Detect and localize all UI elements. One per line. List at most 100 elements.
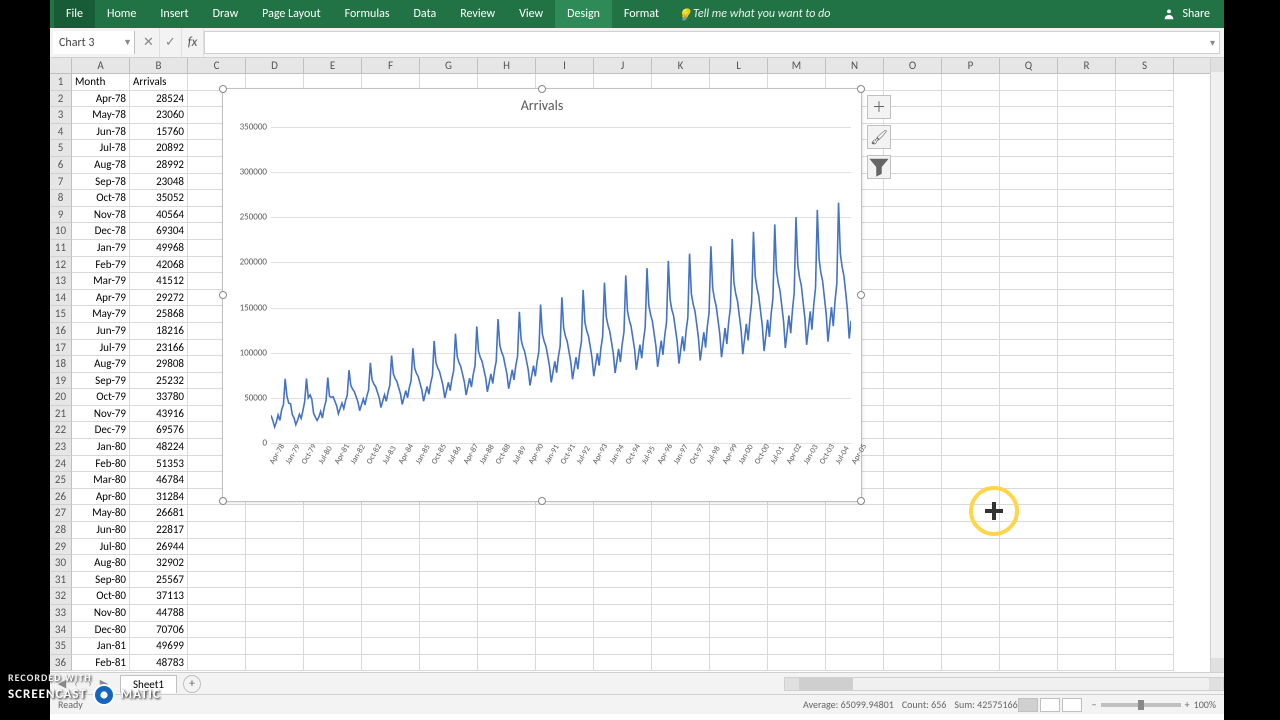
cell[interactable] [594,522,652,539]
cell[interactable] [942,190,1000,207]
column-header[interactable]: S [1116,58,1174,73]
cell[interactable] [536,539,594,556]
cell[interactable] [1058,638,1116,655]
cell[interactable] [594,605,652,622]
row-header[interactable]: 2 [50,91,72,108]
row-header[interactable]: 9 [50,207,72,224]
cell[interactable] [1000,356,1058,373]
cell[interactable] [420,539,478,556]
cell[interactable] [478,638,536,655]
cell[interactable] [652,655,710,672]
row-header[interactable]: 30 [50,555,72,572]
cell[interactable]: Feb-81 [72,655,130,672]
share-button[interactable]: Share [1152,7,1220,21]
cell[interactable] [826,522,884,539]
cell[interactable] [942,306,1000,323]
cell[interactable] [942,389,1000,406]
cell[interactable]: May-80 [72,505,130,522]
cell[interactable] [1116,622,1174,639]
cell[interactable]: Aug-79 [72,356,130,373]
cell[interactable] [1058,240,1116,257]
cell[interactable]: Jan-81 [72,638,130,655]
cell[interactable]: 15760 [130,124,188,141]
cell[interactable] [1058,406,1116,423]
cell[interactable] [1058,290,1116,307]
row-header[interactable]: 36 [50,655,72,672]
formula-bar[interactable]: ▾ [204,31,1220,54]
cell[interactable] [188,572,246,589]
cell[interactable] [768,638,826,655]
cell[interactable] [768,655,826,672]
cell[interactable] [1116,190,1174,207]
cell[interactable] [1058,605,1116,622]
row-header[interactable]: 5 [50,140,72,157]
cell[interactable] [594,638,652,655]
cell[interactable] [478,572,536,589]
cell[interactable] [246,572,304,589]
cell[interactable] [420,572,478,589]
cell[interactable] [478,539,536,556]
ribbon-tab-draw[interactable]: Draw [201,0,251,28]
cell[interactable] [188,539,246,556]
cell[interactable] [188,505,246,522]
cell[interactable]: Oct-80 [72,588,130,605]
cell[interactable] [826,622,884,639]
ribbon-tab-format[interactable]: Format [612,0,671,28]
embedded-chart[interactable]: Arrivals 0500001000001500002000002500003… [222,88,862,502]
cell[interactable] [942,290,1000,307]
cell[interactable] [768,622,826,639]
cell[interactable] [1000,406,1058,423]
cell[interactable] [594,539,652,556]
cell[interactable] [1116,572,1174,589]
cell[interactable] [1000,257,1058,274]
cell[interactable] [1116,505,1174,522]
cell[interactable] [1058,555,1116,572]
cell[interactable] [942,588,1000,605]
row-header[interactable]: 4 [50,124,72,141]
resize-handle[interactable] [219,291,227,299]
cell[interactable] [942,207,1000,224]
cell[interactable]: 44788 [130,605,188,622]
cell[interactable] [420,622,478,639]
cell[interactable] [942,140,1000,157]
cell[interactable] [478,555,536,572]
cell[interactable] [1116,290,1174,307]
cell[interactable] [710,572,768,589]
column-header[interactable]: J [594,58,652,73]
cell[interactable] [478,622,536,639]
cell[interactable] [362,622,420,639]
cell[interactable] [884,74,942,91]
cell[interactable]: Mar-79 [72,273,130,290]
cell[interactable] [536,555,594,572]
cell[interactable] [942,340,1000,357]
cell[interactable]: May-78 [72,107,130,124]
cell[interactable] [1000,190,1058,207]
cell[interactable] [942,323,1000,340]
resize-handle[interactable] [857,291,865,299]
cell[interactable] [1000,174,1058,191]
cell[interactable]: Sep-79 [72,373,130,390]
cell[interactable] [884,572,942,589]
cell[interactable] [1000,107,1058,124]
row-header[interactable]: 14 [50,290,72,307]
cell[interactable] [884,555,942,572]
cell[interactable] [1058,323,1116,340]
cell[interactable] [1058,257,1116,274]
cell[interactable] [942,257,1000,274]
cell[interactable] [246,588,304,605]
cell[interactable]: Aug-80 [72,555,130,572]
cell[interactable]: Dec-78 [72,223,130,240]
cell[interactable] [942,223,1000,240]
cell[interactable] [826,505,884,522]
cell[interactable] [942,356,1000,373]
page-break-view-button[interactable] [1062,698,1082,712]
cell[interactable] [1058,124,1116,141]
cell[interactable] [884,240,942,257]
cell[interactable]: 48783 [130,655,188,672]
cell[interactable] [420,555,478,572]
resize-handle[interactable] [538,85,546,93]
cell[interactable]: Dec-79 [72,422,130,439]
cell[interactable] [1058,190,1116,207]
cell[interactable] [1000,389,1058,406]
row-header[interactable]: 16 [50,323,72,340]
